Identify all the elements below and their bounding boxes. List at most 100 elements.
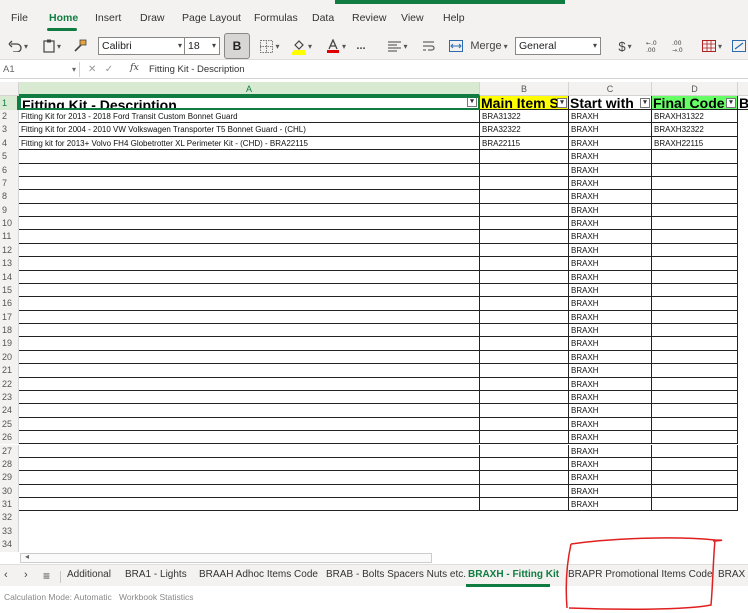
table-cell[interactable] [652,350,738,365]
table-cell[interactable]: BRAXH [569,150,652,164]
table-cell[interactable]: BRAXH [569,350,652,365]
table-cell[interactable] [480,498,569,512]
table-cell[interactable]: BRA32322 [480,123,569,137]
table-cell[interactable]: BRAXH [569,498,652,512]
table-cell[interactable] [652,176,738,191]
table-cell[interactable]: BRAXH32322 [652,123,738,137]
column-header-b[interactable]: B [480,82,569,96]
sheet-tab-brapr-promotional[interactable]: BRAPR Promotional Items Code [568,569,713,580]
header-cell[interactable]: Fitting Kit - Description ▾ [19,96,480,110]
table-cell[interactable] [480,203,569,218]
table-cell[interactable]: BRAXH [569,390,652,405]
merge-button[interactable]: Merge ▾ [467,36,511,56]
font-name-select[interactable]: Calibri ▾ [98,37,186,55]
table-cell[interactable] [19,390,480,405]
table-cell[interactable] [19,283,480,298]
table-cell[interactable]: BRAXH31322 [652,110,738,124]
row-header[interactable]: 1 [0,96,19,110]
row-header[interactable]: 33 [0,524,19,539]
table-cell[interactable] [652,404,738,418]
table-cell[interactable] [19,498,480,512]
row-header[interactable]: 17 [0,310,19,325]
table-cell[interactable] [19,324,480,338]
table-cell[interactable] [652,230,738,244]
conditional-format-button[interactable]: ▾ [698,36,726,56]
row-header[interactable]: 29 [0,471,19,485]
table-cell[interactable] [652,337,738,351]
table-cell[interactable] [652,364,738,378]
table-cell[interactable] [480,350,569,365]
table-cell[interactable] [19,377,480,391]
table-cell[interactable] [652,377,738,391]
table-cell[interactable] [652,484,738,498]
table-cell[interactable]: BRAXH [569,243,652,258]
table-cell[interactable]: BRAXH [569,123,652,137]
row-header[interactable]: 21 [0,364,19,378]
table-cell[interactable]: BRAXH [569,230,652,244]
table-cell[interactable]: BRAXH [569,190,652,204]
formula-input[interactable]: Fitting Kit - Description [149,62,245,77]
check-icon[interactable]: ✓ [105,64,113,75]
table-cell[interactable]: Fitting Kit for 2013 - 2018 Ford Transit… [19,110,480,124]
table-cell[interactable] [652,283,738,298]
table-cell[interactable]: BRAXH [569,484,652,498]
table-cell[interactable] [480,324,569,338]
table-cell[interactable] [19,176,480,191]
table-cell[interactable] [480,230,569,244]
sheet-tab-brax[interactable]: BRAX - [718,569,748,580]
row-header[interactable]: 2 [0,110,19,124]
table-cell[interactable] [19,297,480,311]
header-cell[interactable]: Start with ▾ [569,96,652,110]
header-cell[interactable]: Final Code ▾ [652,96,738,110]
row-header[interactable]: 28 [0,457,19,472]
row-header[interactable]: 27 [0,444,19,458]
increase-decimal-button[interactable]: ←.0.00 [644,36,664,56]
more-options-button[interactable]: ... [352,36,370,56]
table-cell[interactable] [480,243,569,258]
all-sheets-menu-icon[interactable]: ≡ [43,569,50,583]
sheet-tab-additional[interactable]: Additional [67,569,111,580]
horizontal-scrollbar[interactable]: ◂ [20,552,432,563]
table-cell[interactable] [652,270,738,284]
table-cell[interactable]: BRAXH [569,217,652,231]
table-cell[interactable] [480,176,569,191]
table-cell[interactable] [480,484,569,498]
row-header[interactable]: 6 [0,163,19,177]
undo-button[interactable]: ▾ [4,36,32,56]
paste-button[interactable]: ▾ [38,36,66,56]
table-cell[interactable] [19,337,480,351]
table-cell[interactable] [652,150,738,164]
table-cell[interactable] [480,310,569,325]
number-format-select[interactable]: General ▾ [515,37,601,55]
row-header[interactable]: 3 [0,123,19,137]
row-header[interactable]: 25 [0,417,19,432]
table-cell[interactable] [480,404,569,418]
table-cell[interactable] [19,444,480,458]
row-header[interactable]: 10 [0,217,19,231]
table-cell[interactable] [480,217,569,231]
table-cell[interactable] [480,471,569,485]
table-cell[interactable]: BRAXH [569,417,652,432]
column-header-d[interactable]: D [652,82,738,96]
table-cell[interactable]: BRA22115 [480,136,569,151]
table-cell[interactable] [19,257,480,271]
sheet-tab-braxh-fitting-kit[interactable]: BRAXH - Fitting Kit [468,569,559,580]
row-header[interactable]: 26 [0,431,19,445]
table-cell[interactable] [652,163,738,177]
menu-page-layout[interactable]: Page Layout [182,12,241,24]
table-cell[interactable] [652,190,738,204]
table-cell[interactable] [480,377,569,391]
menu-formulas[interactable]: Formulas [254,12,298,24]
font-size-select[interactable]: 18 ▾ [184,37,220,55]
row-header[interactable]: 24 [0,404,19,418]
merge-icon-button[interactable] [446,36,466,56]
tab-prev-icon[interactable]: ‹ [4,569,8,581]
table-cell[interactable] [652,257,738,271]
table-cell[interactable] [652,471,738,485]
table-cell[interactable] [480,283,569,298]
format-as-table-button[interactable] [730,36,748,56]
select-all-corner[interactable] [0,82,19,96]
wrap-text-button[interactable] [420,36,436,56]
table-cell[interactable]: BRAXH22115 [652,136,738,151]
calculation-mode[interactable]: Calculation Mode: Automatic [4,592,112,602]
